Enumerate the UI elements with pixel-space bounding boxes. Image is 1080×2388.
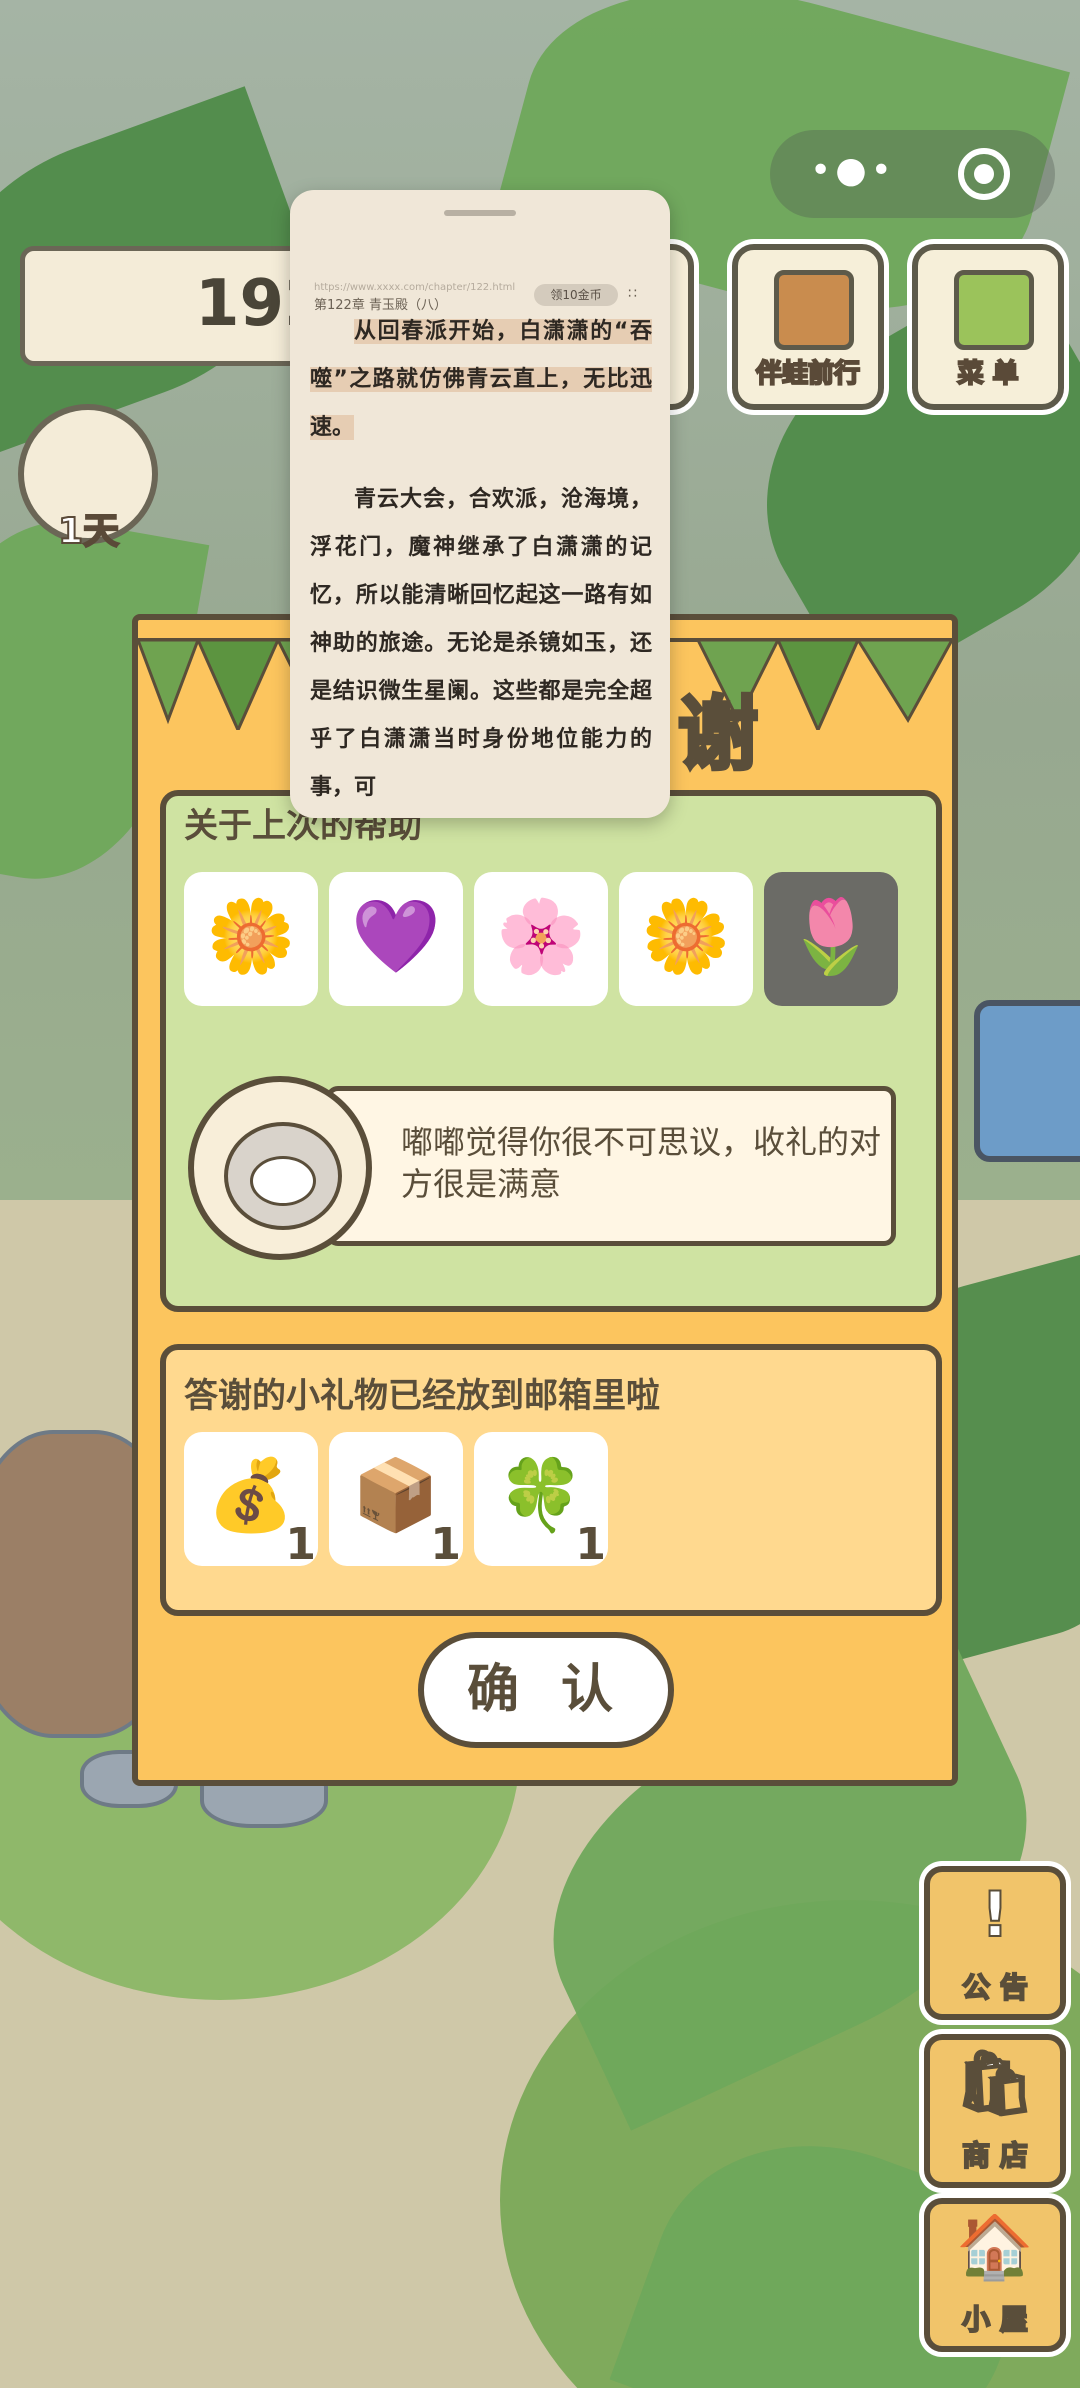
message-box: 嘟嘟觉得你很不可思议，收礼的对方很是满意: [326, 1086, 896, 1246]
gift-count: 1: [430, 1519, 461, 1570]
menu-button[interactable]: 菜 单: [912, 244, 1064, 410]
house-button[interactable]: 🏠 小 屋: [924, 2198, 1066, 2352]
gift-slot[interactable]: 🍀 1: [474, 1432, 608, 1570]
floating-reader-window[interactable]: https://www.xxxx.com/chapter/122.html 第1…: [290, 190, 670, 818]
clover-counter: 192: [20, 246, 330, 366]
drag-handle[interactable]: [444, 210, 516, 216]
hamster-avatar: [188, 1076, 372, 1260]
bucket: [974, 1000, 1080, 1162]
dialog-title: 谢: [676, 686, 760, 783]
more-dots-icon[interactable]: •●•: [810, 150, 896, 191]
exclamation-icon: !: [980, 1877, 1010, 1952]
wintersweet-icon: 🌼: [641, 894, 731, 978]
gift-count: 1: [285, 1519, 316, 1570]
day-label: 1天: [57, 510, 120, 553]
flower-slot[interactable]: 🌸: [474, 872, 608, 1006]
flower-slot[interactable]: 🌼: [184, 872, 318, 1006]
grid-icon[interactable]: ∷: [628, 286, 637, 302]
gift-panel: 答谢的小礼物已经放到邮箱里啦 💰 1 📦 1 🍀 1: [160, 1344, 942, 1616]
menu-cards-icon: [954, 270, 1034, 350]
house-icon: 🏠: [955, 2209, 1034, 2284]
shopping-bag-icon: 🛍: [955, 2045, 1036, 2120]
flower-slot[interactable]: 🌷: [764, 872, 898, 1006]
flower-slot[interactable]: 🌼: [619, 872, 753, 1006]
frog-journey-button[interactable]: 伴蛙前行: [732, 244, 884, 410]
close-target-icon[interactable]: [958, 148, 1010, 200]
hyacinth-icon: 💜: [351, 894, 441, 978]
menu-label: 菜 单: [956, 358, 1019, 390]
reader-text: 从回春派开始，白潇潇的“吞噬”之路就仿佛青云直上，无比迅速。 青云大会，合欢派，…: [310, 308, 652, 818]
announcement-label: 公 告: [961, 1970, 1029, 2005]
gift-slot[interactable]: 📦 1: [329, 1432, 463, 1570]
body-paragraph: 青云大会，合欢派，沧海境，浮花门，魔神继承了白潇潇的记忆，所以能清晰回忆起这一路…: [310, 487, 652, 800]
gift-title: 答谢的小礼物已经放到邮箱里啦: [184, 1376, 660, 1416]
miniprogram-capsule[interactable]: •●•: [770, 130, 1055, 218]
house-label: 小 屋: [961, 2302, 1029, 2337]
message-text: 嘟嘟觉得你很不可思议，收礼的对方很是满意: [401, 1123, 882, 1203]
highlighted-paragraph: 从回春派开始，白潇潇的“吞噬”之路就仿佛青云直上，无比迅速。: [310, 319, 652, 440]
dandelion-icon: 🌼: [206, 894, 296, 978]
tulip-icon: 🌷: [786, 894, 876, 978]
reader-url: https://www.xxxx.com/chapter/122.html: [314, 282, 516, 293]
shop-label: 商 店: [961, 2138, 1029, 2173]
announcement-button[interactable]: ! 公 告: [924, 1866, 1066, 2020]
flower-slot[interactable]: 💜: [329, 872, 463, 1006]
help-panel: 关于上次的帮助 🌼 💜 🌸 🌼 🌷 嘟嘟觉得你很不可思议，收礼的对方很是满意: [160, 790, 942, 1312]
lilac-icon: 🌸: [496, 894, 586, 978]
gift-count: 1: [575, 1519, 606, 1570]
shop-button[interactable]: 🛍 商 店: [924, 2034, 1066, 2188]
gift-slot[interactable]: 💰 1: [184, 1432, 318, 1570]
frog-journey-label: 伴蛙前行: [755, 358, 861, 390]
coin-reward-button[interactable]: 领10金币: [534, 284, 618, 306]
book-icon: [774, 270, 854, 350]
confirm-button[interactable]: 确 认: [418, 1632, 674, 1748]
